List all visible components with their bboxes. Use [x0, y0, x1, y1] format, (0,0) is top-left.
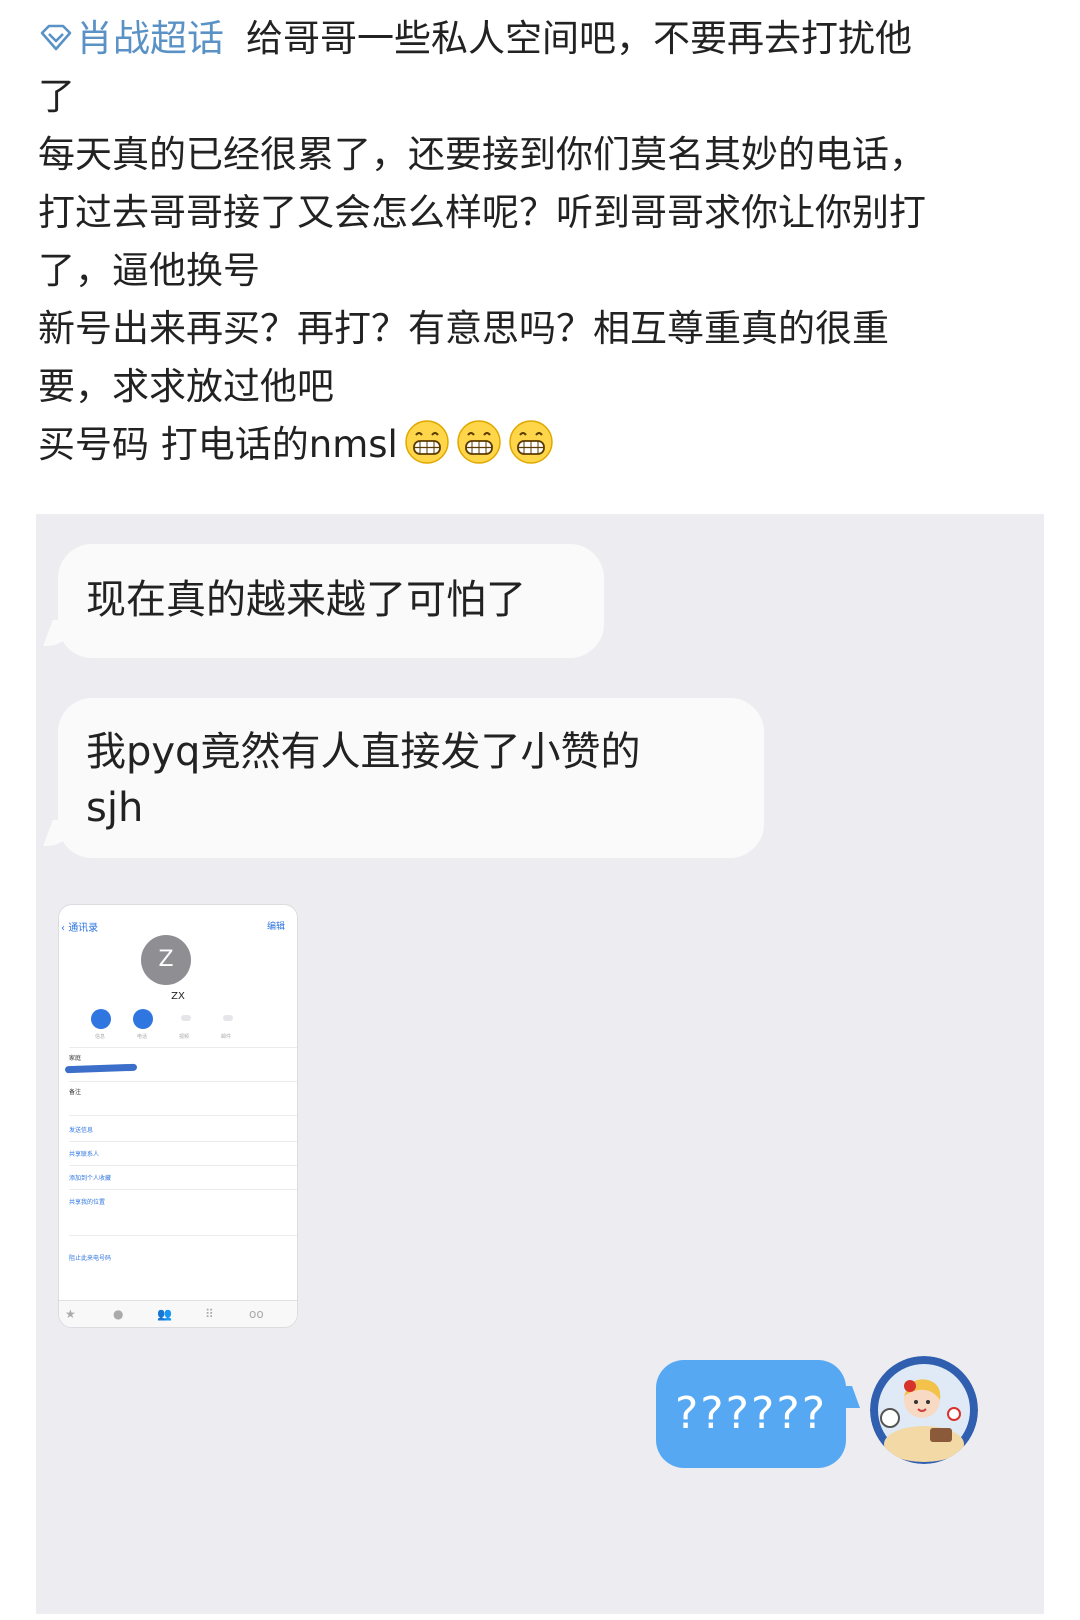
outgoing-message-bubble: ??????: [656, 1360, 861, 1468]
contact-row: 共享联系人: [69, 1151, 100, 1158]
contact-row: 共享我的位置: [69, 1199, 106, 1206]
post-line-8: 买号码 打电话的nmsl: [38, 416, 1038, 474]
bubble-tail: [43, 820, 79, 846]
message-text: ??????: [674, 1388, 828, 1439]
user-avatar[interactable]: [870, 1356, 978, 1464]
back-link: ‹ 通讯录: [61, 923, 99, 934]
mail-action-icon: [223, 1015, 233, 1021]
divider: [69, 1235, 297, 1236]
post-line-7: 要，求求放过他吧: [38, 365, 334, 408]
divider: [69, 1047, 297, 1048]
bubble-tail: [43, 620, 79, 646]
recents-tab-icon: ●: [113, 1307, 124, 1321]
phone-tab-bar: ★ ● 👥 ⠿ oo: [59, 1300, 297, 1327]
divider: [69, 1141, 297, 1142]
message-action-icon: [91, 1009, 111, 1029]
contact-avatar: Z: [141, 935, 191, 985]
post-line-3: 每天真的已经很累了，还要接到你们莫名其妙的电话，: [38, 133, 926, 176]
action-label: 视频: [179, 1034, 190, 1040]
contact-row: 阻止此来电号码: [69, 1255, 112, 1262]
post-text: 给哥哥一些私人空间吧，不要再去打扰他: [246, 17, 912, 60]
contact-row: 添加到个人收藏: [69, 1175, 112, 1182]
post-body: 肖战超话 给哥哥一些私人空间吧，不要再去打扰他 了 每天真的已经很累了，还要接到你…: [38, 10, 1038, 474]
post-line-1: 肖战超话 给哥哥一些私人空间吧，不要再去打扰他: [38, 10, 1038, 68]
call-action-icon: [133, 1009, 153, 1029]
grin-emoji-icon: [509, 420, 553, 464]
contacts-tab-icon: 👥: [157, 1307, 172, 1321]
super-topic-label[interactable]: 肖战超话: [76, 17, 224, 60]
divider: [69, 1115, 297, 1116]
action-label: 信息: [95, 1034, 106, 1040]
message-text: sjh: [86, 785, 144, 831]
super-topic-diamond-icon: [40, 24, 72, 51]
divider: [69, 1081, 297, 1082]
voicemail-tab-icon: oo: [249, 1307, 264, 1321]
post-line-6: 新号出来再买？再打？有意思吗？相互尊重真的很重: [38, 307, 889, 350]
post-text: 买号码 打电话的nmsl: [38, 423, 398, 466]
keypad-tab-icon: ⠿: [205, 1307, 214, 1321]
contact-row: 发送信息: [69, 1127, 94, 1134]
contact-screenshot-image[interactable]: ‹ 通讯录 编辑 Z ZX 信息 电话 视频 邮件 家庭 备注 发送信息 共享联…: [58, 904, 298, 1328]
grin-emoji-icon: [405, 420, 449, 464]
weibo-post-page: 肖战超话 给哥哥一些私人空间吧，不要再去打扰他 了 每天真的已经很累了，还要接到你…: [0, 0, 1080, 1620]
bubble-tail: [827, 1386, 861, 1408]
post-line-5: 了，逼他换号: [38, 249, 260, 292]
super-topic-link[interactable]: 肖战超话: [38, 17, 224, 60]
back-label: 通讯录: [68, 923, 99, 934]
grin-emoji-icon: [457, 420, 501, 464]
action-label: 电话: [137, 1034, 148, 1040]
message-text: 现在真的越来越了可怕了: [86, 577, 526, 623]
cartoon-avatar-icon: [870, 1356, 978, 1464]
incoming-message-bubble: 我pyq竟然有人直接发了小赞的 sjh: [43, 698, 764, 858]
redaction-scribble: [64, 1063, 138, 1074]
favorites-tab-icon: ★: [65, 1307, 76, 1321]
edit-link: 编辑: [266, 922, 285, 932]
contact-row: 家庭: [69, 1055, 82, 1062]
message-text: 我pyq竟然有人直接发了小赞的: [86, 729, 641, 775]
incoming-message-bubble: 现在真的越来越了可怕了: [43, 544, 604, 658]
video-action-icon: [181, 1015, 191, 1021]
divider: [69, 1165, 297, 1166]
chat-screenshot: 现在真的越来越了可怕了 我pyq竟然有人直接发了小赞的 sjh ‹ 通讯录 编辑…: [36, 514, 1044, 1614]
contact-name: ZX: [171, 991, 185, 1002]
action-label: 邮件: [221, 1034, 232, 1040]
post-line-4: 打过去哥哥接了又会怎么样呢？听到哥哥求你让你别打: [38, 191, 926, 234]
post-line-2: 了: [38, 75, 75, 118]
divider: [69, 1189, 297, 1190]
contact-row: 备注: [69, 1089, 82, 1096]
